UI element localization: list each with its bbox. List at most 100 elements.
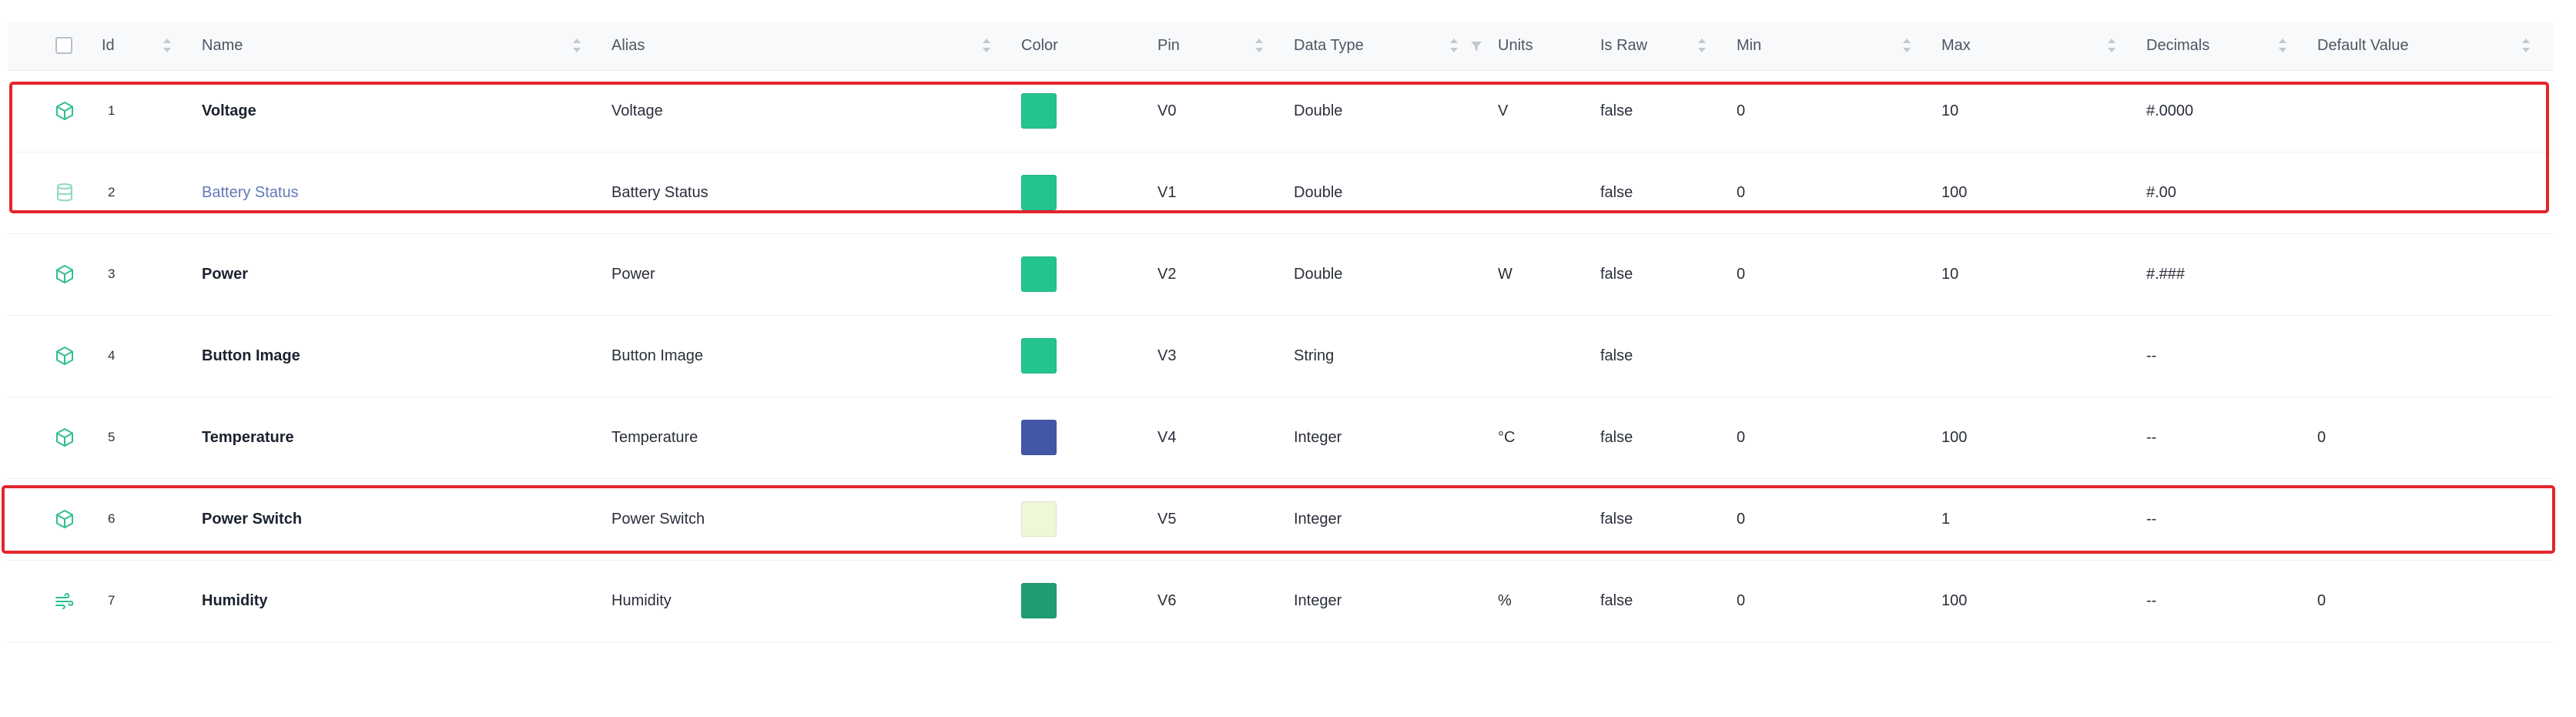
table-row[interactable]: 7 Humidity Humidity V6 Integer% false 0 100 -- 0: [8, 560, 2553, 642]
cell-default-value: 0: [2317, 428, 2326, 446]
cube-icon: [54, 100, 75, 122]
cell-max: 100: [1941, 183, 1968, 201]
cell-units: [1490, 152, 1593, 233]
cell-pin: V6: [1157, 591, 1177, 609]
color-swatch: [1021, 338, 1057, 374]
column-header-id[interactable]: Id: [94, 22, 194, 70]
column-header-name[interactable]: Name: [194, 22, 604, 70]
color-swatch: [1021, 583, 1057, 618]
cell-id: 4: [108, 348, 116, 363]
sort-icon[interactable]: [1697, 37, 1707, 54]
table-row[interactable]: 2 Battery Status Battery Status V1 Double fal…: [8, 152, 2553, 233]
cell-is-raw: false: [1600, 510, 1633, 528]
column-label: Default Value: [2317, 36, 2409, 54]
cell-color: [1013, 315, 1150, 397]
cell-min: 0: [1737, 265, 1746, 283]
cell-id: 6: [108, 511, 116, 526]
cell-color: [1013, 152, 1150, 233]
cell-name[interactable]: Button Image: [194, 315, 604, 397]
cell-name[interactable]: Temperature: [194, 397, 604, 478]
cell-id: 5: [108, 430, 116, 444]
datastream-name[interactable]: Temperature: [202, 429, 294, 446]
color-swatch: [1021, 175, 1057, 210]
cell-units: %: [1498, 591, 1512, 609]
cell-max: [1934, 315, 2139, 397]
cell-data-type: Integer: [1294, 428, 1342, 446]
cell-data-type: Double: [1294, 265, 1343, 283]
cell-max: 10: [1941, 265, 1959, 283]
datastream-name[interactable]: Power Switch: [202, 511, 302, 528]
cube-icon: [54, 263, 75, 285]
column-header-default-value[interactable]: Default Value: [2310, 22, 2553, 70]
color-swatch: [1021, 256, 1057, 292]
sort-icon[interactable]: [2106, 37, 2117, 54]
column-header-decimals[interactable]: Decimals: [2139, 22, 2310, 70]
sort-icon[interactable]: [1254, 37, 1265, 54]
cell-name[interactable]: Power: [194, 233, 604, 315]
cell-units: [1490, 315, 1593, 397]
column-label: Units: [1498, 36, 1533, 54]
datastream-name[interactable]: Humidity: [202, 592, 268, 609]
cell-is-raw: false: [1600, 591, 1633, 609]
datastream-name[interactable]: Voltage: [202, 102, 256, 119]
table-row[interactable]: 6 Power Switch Power Switch V5 Integer false 0…: [8, 478, 2553, 560]
column-header-color: Color: [1013, 22, 1150, 70]
cell-default-value: [2310, 233, 2553, 315]
datastream-name[interactable]: Button Image: [202, 347, 300, 364]
sort-icon[interactable]: [2521, 37, 2531, 54]
select-all-checkbox[interactable]: [55, 37, 72, 55]
row-icon-cell: [8, 233, 94, 315]
cell-pin: V1: [1157, 183, 1177, 201]
cell-max: 1: [1941, 510, 1951, 528]
row-icon-cell: [8, 70, 94, 152]
cell-min: 0: [1737, 428, 1746, 446]
column-header-pin[interactable]: Pin: [1150, 22, 1286, 70]
cube-icon: [54, 345, 75, 367]
sort-icon[interactable]: [981, 37, 992, 54]
cell-id: 7: [108, 593, 116, 608]
color-swatch: [1021, 93, 1057, 129]
cell-default-value: [2310, 152, 2553, 233]
column-label: Alias: [611, 36, 645, 54]
table-header: Id Name Alias Color Pin Data Type Units …: [8, 22, 2553, 70]
sort-icon[interactable]: [1901, 37, 1912, 54]
table-row[interactable]: 4 Button Image Button Image V3 String false --: [8, 315, 2553, 397]
cell-is-raw: false: [1600, 347, 1633, 364]
color-swatch: [1021, 420, 1057, 455]
datastream-name[interactable]: Power: [202, 266, 248, 283]
column-header-max[interactable]: Max: [1934, 22, 2139, 70]
cell-min: 0: [1737, 183, 1746, 201]
filter-icon[interactable]: [1470, 39, 1482, 52]
sort-icon[interactable]: [1449, 37, 1459, 54]
cell-max: 100: [1941, 428, 1968, 446]
table-row[interactable]: 1 Voltage Voltage V0 Double Vfalse 0 10 #.0000: [8, 70, 2553, 152]
sort-icon[interactable]: [2277, 37, 2288, 54]
cell-alias: Temperature: [611, 428, 698, 446]
sort-icon[interactable]: [162, 37, 173, 54]
sort-icon[interactable]: [571, 37, 582, 54]
cell-id: 1: [108, 103, 116, 118]
column-header-data-type[interactable]: Data Type: [1286, 22, 1490, 70]
cell-id: 2: [108, 185, 116, 199]
column-header-is-raw[interactable]: Is Raw: [1593, 22, 1729, 70]
cell-name[interactable]: Humidity: [194, 560, 604, 642]
cell-color: [1013, 397, 1150, 478]
column-header-alias[interactable]: Alias: [604, 22, 1013, 70]
cell-name[interactable]: Power Switch: [194, 478, 604, 560]
table-row[interactable]: 3 Power Power V2 Double Wfalse 0 10 #.###: [8, 233, 2553, 315]
cell-data-type: Integer: [1294, 591, 1342, 609]
cell-alias: Power: [611, 265, 655, 283]
datastreams-table: Id Name Alias Color Pin Data Type Units …: [8, 22, 2553, 642]
cell-name[interactable]: Battery Status: [194, 152, 604, 233]
column-header-min[interactable]: Min: [1729, 22, 1934, 70]
cell-alias: Power Switch: [611, 510, 705, 528]
cell-decimals: #.0000: [2146, 102, 2194, 119]
datastream-name[interactable]: Battery Status: [202, 184, 299, 201]
table-row[interactable]: 5 Temperature Temperature V4 Integer °C false 0…: [8, 397, 2553, 478]
row-icon-cell: [8, 397, 94, 478]
cell-decimals: --: [2146, 591, 2157, 609]
cell-decimals: --: [2146, 510, 2157, 528]
cell-name[interactable]: Voltage: [194, 70, 604, 152]
cell-decimals: --: [2146, 347, 2157, 364]
column-label: Is Raw: [1600, 36, 1648, 54]
